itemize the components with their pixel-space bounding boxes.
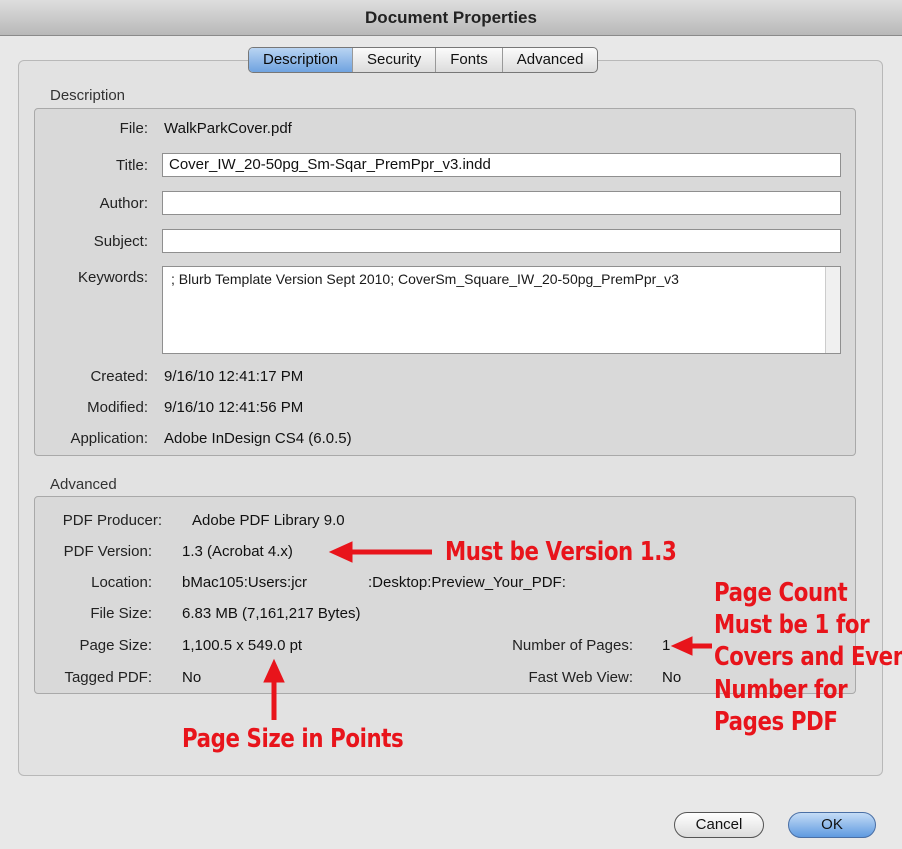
- tab-advanced[interactable]: Advanced: [503, 48, 598, 72]
- cancel-button[interactable]: Cancel: [674, 812, 764, 838]
- pagecount-annotation-line-4: Number for: [714, 675, 848, 705]
- tab-description[interactable]: Description: [249, 48, 354, 72]
- pagecount-annotation-line-3: Covers and Even: [714, 642, 902, 672]
- pagecount-annotation-line-2: Must be 1 for: [714, 610, 870, 640]
- tab-bar: Description Security Fonts Advanced: [248, 47, 599, 73]
- pagesize-annotation: Page Size in Points: [182, 724, 404, 754]
- pagecount-annotation-line-5: Pages PDF: [714, 707, 838, 737]
- pagecount-arrow-head: [670, 636, 693, 656]
- version-annotation: Must be Version 1.3: [445, 537, 677, 567]
- version-arrow-head: [328, 541, 353, 563]
- ok-button[interactable]: OK: [788, 812, 876, 838]
- tab-fonts[interactable]: Fonts: [436, 48, 503, 72]
- pagecount-annotation-line-1: Page Count: [714, 578, 848, 608]
- tab-security[interactable]: Security: [353, 48, 437, 72]
- pagesize-arrow-head: [263, 658, 285, 683]
